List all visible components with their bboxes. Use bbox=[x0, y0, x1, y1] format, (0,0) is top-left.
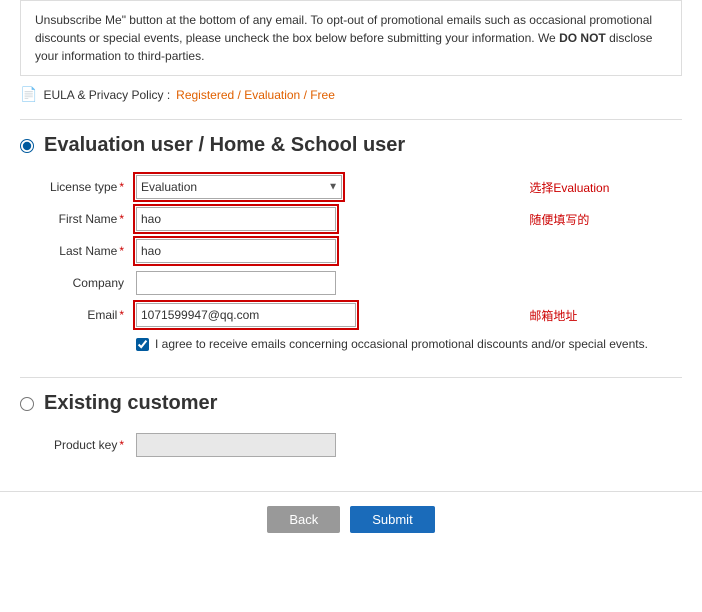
buttons-row: Back Submit bbox=[0, 491, 702, 533]
evaluation-section: Evaluation user / Home & School user Lic… bbox=[20, 119, 682, 361]
last-name-row: Last Name* bbox=[20, 235, 682, 267]
notice-text: Unsubscribe Me" button at the bottom of … bbox=[35, 13, 652, 63]
evaluation-title: Evaluation user / Home & School user bbox=[44, 134, 405, 157]
first-name-row: First Name* 随便填写的 bbox=[20, 203, 682, 235]
license-type-cell: Evaluation Home & School Free ▼ bbox=[130, 171, 513, 203]
agree-checkbox-row: I agree to receive emails concerning occ… bbox=[136, 337, 682, 351]
name-annotation: 随便填写的 bbox=[529, 213, 589, 227]
license-type-row: License type* Evaluation Home & School F… bbox=[20, 171, 682, 203]
license-type-label: License type* bbox=[20, 171, 130, 203]
product-key-row: Product key* bbox=[20, 429, 682, 461]
existing-customer-radio[interactable] bbox=[20, 397, 34, 411]
company-row: Company bbox=[20, 267, 682, 299]
name-annotation-cell: 随便填写的 bbox=[513, 203, 682, 235]
eula-icon: 📄 bbox=[20, 86, 37, 103]
first-name-cell bbox=[130, 203, 513, 235]
product-key-input[interactable] bbox=[136, 433, 336, 457]
eula-links[interactable]: Registered / Evaluation / Free bbox=[176, 88, 335, 102]
product-key-cell bbox=[130, 429, 682, 461]
first-name-input[interactable] bbox=[136, 207, 336, 231]
first-name-label: First Name* bbox=[20, 203, 130, 235]
evaluation-form: License type* Evaluation Home & School F… bbox=[20, 171, 682, 331]
agree-checkbox[interactable] bbox=[136, 338, 149, 351]
last-name-required: * bbox=[119, 244, 124, 258]
license-annotation: 选择Evaluation bbox=[529, 181, 609, 195]
company-cell bbox=[130, 267, 513, 299]
license-type-select-wrapper: Evaluation Home & School Free ▼ bbox=[136, 175, 342, 199]
existing-customer-title: Existing customer bbox=[44, 392, 217, 415]
first-name-required: * bbox=[119, 212, 124, 226]
email-cell bbox=[130, 299, 513, 331]
evaluation-header: Evaluation user / Home & School user bbox=[20, 134, 682, 157]
company-input[interactable] bbox=[136, 271, 336, 295]
submit-button[interactable]: Submit bbox=[350, 506, 434, 533]
email-label: Email* bbox=[20, 299, 130, 331]
email-required: * bbox=[119, 308, 124, 322]
last-name-label: Last Name* bbox=[20, 235, 130, 267]
license-required: * bbox=[119, 180, 124, 194]
existing-customer-section: Existing customer Product key* bbox=[20, 377, 682, 471]
back-button[interactable]: Back bbox=[267, 506, 340, 533]
email-annotation-cell: 邮箱地址 bbox=[513, 299, 682, 331]
evaluation-radio[interactable] bbox=[20, 139, 34, 153]
company-annotation-cell bbox=[513, 267, 682, 299]
product-key-required: * bbox=[119, 438, 124, 452]
product-key-label: Product key* bbox=[20, 429, 130, 461]
email-annotation: 邮箱地址 bbox=[529, 309, 577, 323]
eula-label: EULA & Privacy Policy : bbox=[43, 88, 170, 102]
email-row: Email* 邮箱地址 bbox=[20, 299, 682, 331]
license-annotation-cell: 选择Evaluation bbox=[513, 171, 682, 203]
last-name-annotation-cell bbox=[513, 235, 682, 267]
company-label: Company bbox=[20, 267, 130, 299]
existing-customer-form: Product key* bbox=[20, 429, 682, 461]
last-name-cell bbox=[130, 235, 513, 267]
existing-customer-header: Existing customer bbox=[20, 392, 682, 415]
agree-label: I agree to receive emails concerning occ… bbox=[155, 337, 648, 351]
last-name-input[interactable] bbox=[136, 239, 336, 263]
eula-row: 📄 EULA & Privacy Policy : Registered / E… bbox=[20, 86, 682, 103]
email-input[interactable] bbox=[136, 303, 356, 327]
top-notice: Unsubscribe Me" button at the bottom of … bbox=[20, 0, 682, 76]
license-type-select[interactable]: Evaluation Home & School Free bbox=[136, 175, 342, 199]
